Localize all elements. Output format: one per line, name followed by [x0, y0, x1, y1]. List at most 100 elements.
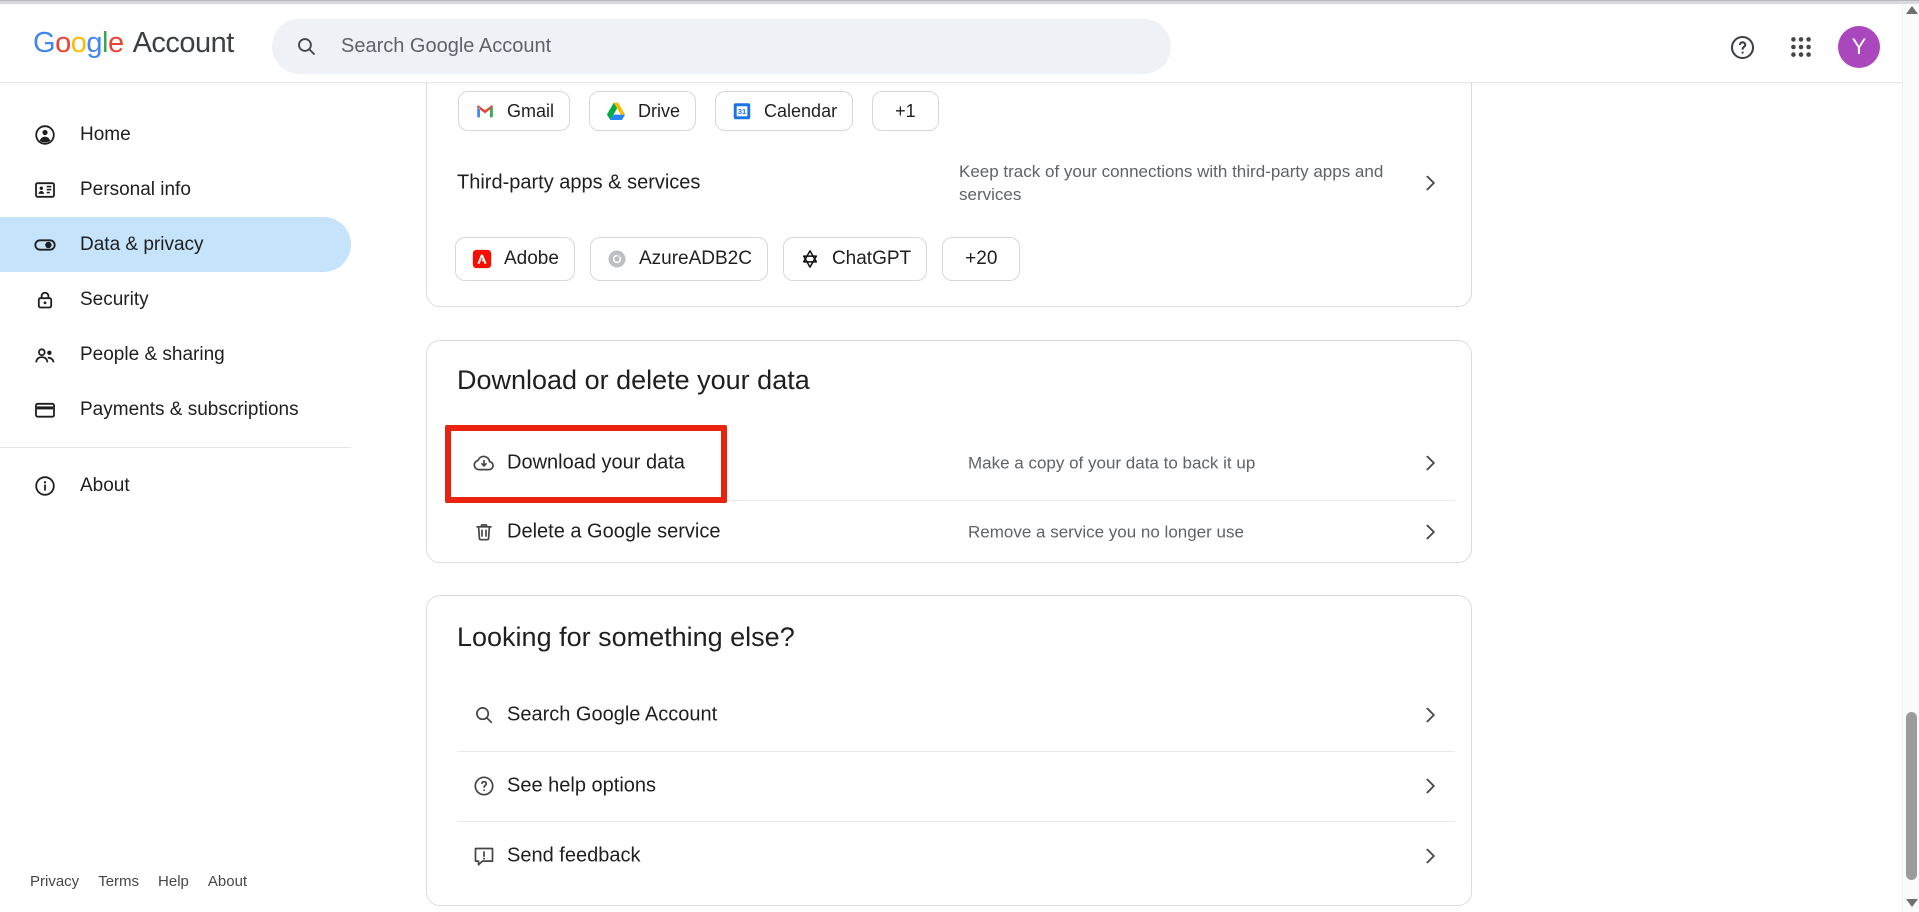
connected-apps-chips: Gmail Drive 31 [458, 91, 939, 131]
logo-letter: g [86, 27, 102, 60]
chevron-right-icon [1420, 524, 1436, 540]
chip-label: Gmail [507, 101, 554, 122]
sidebar-item-about[interactable]: About [0, 458, 351, 513]
credit-card-icon [33, 398, 57, 422]
row-description: Remove a service you no longer use [968, 521, 1398, 544]
people-icon [33, 343, 57, 367]
scroll-up-arrow[interactable] [1906, 6, 1918, 14]
chip-more-connections[interactable]: +20 [942, 237, 1020, 281]
footer-link-help[interactable]: Help [158, 873, 189, 890]
google-apps-grid-button[interactable] [1785, 31, 1817, 63]
question-circle-icon [1728, 33, 1757, 62]
account-search-bar[interactable] [272, 19, 1171, 74]
search-icon [294, 34, 319, 59]
sidebar-item-people-sharing[interactable]: People & sharing [0, 327, 351, 382]
footer-link-about[interactable]: About [208, 873, 247, 890]
sidebar-item-label: Payments & subscriptions [80, 399, 299, 421]
sidebar-item-home[interactable]: Home [0, 107, 351, 162]
sidebar-item-label: Security [80, 289, 149, 311]
google-account-page: Google Account Y [0, 0, 1919, 912]
card-title: Download or delete your data [457, 365, 810, 396]
row-description: Make a copy of your data to back it up [968, 452, 1398, 475]
sidebar-item-label: Personal info [80, 179, 191, 201]
third-party-services-card: Gmail Drive 31 [426, 56, 1472, 307]
footer-link-privacy[interactable]: Privacy [30, 873, 79, 890]
drive-icon [605, 100, 627, 122]
sidebar-item-label: About [80, 475, 130, 497]
row-label: Third-party apps & services [457, 172, 700, 195]
chevron-right-icon [1420, 778, 1436, 794]
looking-for-something-else-card: Looking for something else? Search Googl… [426, 595, 1472, 906]
chip-more-apps[interactable]: +1 [872, 91, 939, 131]
sidebar-item-label: Data & privacy [80, 234, 204, 256]
search-input[interactable] [339, 34, 979, 59]
card-title: Looking for something else? [457, 622, 795, 653]
sidebar-divider [0, 447, 351, 448]
scroll-down-arrow[interactable] [1906, 899, 1918, 907]
download-delete-card: Download or delete your data Download yo… [426, 340, 1472, 563]
row-description: Keep track of your connections with thir… [959, 160, 1404, 206]
row-see-help-options[interactable]: See help options [427, 751, 1471, 821]
toggle-icon [33, 233, 57, 257]
sidebar-nav: Home Personal info [0, 83, 351, 513]
chip-adobe[interactable]: Adobe [455, 237, 575, 281]
chatgpt-icon [799, 248, 821, 270]
sidebar-item-label: People & sharing [80, 344, 225, 366]
sidebar-item-security[interactable]: Security [0, 272, 351, 327]
sidebar-item-payments-subscriptions[interactable]: Payments & subscriptions [0, 382, 351, 437]
chip-label: +1 [895, 101, 916, 122]
chip-label: AzureADB2C [639, 248, 752, 270]
highlight-annotation [445, 425, 727, 503]
row-delete-google-service[interactable]: Delete a Google service Remove a service… [427, 501, 1471, 563]
scrollbar-thumb[interactable] [1906, 712, 1917, 880]
person-circle-icon [33, 123, 57, 147]
chip-calendar[interactable]: 31 Calendar [715, 91, 853, 131]
gmail-icon [474, 100, 496, 122]
row-search-google-account[interactable]: Search Google Account [427, 679, 1471, 751]
chevron-right-icon [1420, 455, 1436, 471]
account-avatar[interactable]: Y [1838, 26, 1880, 68]
chip-azureadb2c[interactable]: AzureADB2C [590, 237, 768, 281]
sidebar-item-label: Home [80, 124, 131, 146]
sidebar-item-personal-info[interactable]: Personal info [0, 162, 351, 217]
logo-letter: o [55, 27, 71, 60]
chip-label: ChatGPT [832, 248, 911, 270]
avatar-initial: Y [1852, 34, 1867, 60]
chevron-right-icon [1420, 848, 1436, 864]
apps-grid-icon [1788, 34, 1814, 60]
feedback-icon [472, 844, 496, 868]
help-button[interactable] [1726, 31, 1758, 63]
row-label: See help options [507, 775, 656, 798]
logo-letter: e [108, 27, 124, 60]
chip-label: +20 [965, 248, 997, 270]
row-third-party-apps[interactable]: Third-party apps & services Keep track o… [427, 151, 1471, 215]
footer-link-terms[interactable]: Terms [98, 873, 139, 890]
calendar-day-glyph: 31 [738, 107, 746, 116]
browser-edge-strip [0, 0, 1919, 4]
row-send-feedback[interactable]: Send feedback [427, 821, 1471, 891]
google-account-logo[interactable]: Google Account [33, 4, 234, 83]
contact-card-icon [33, 178, 57, 202]
chip-label: Drive [638, 101, 680, 122]
row-label: Search Google Account [507, 704, 717, 727]
chip-chatgpt[interactable]: ChatGPT [783, 237, 927, 281]
chip-label: Adobe [504, 248, 559, 270]
lock-icon [33, 288, 57, 312]
chip-drive[interactable]: Drive [589, 91, 696, 131]
adobe-icon [471, 248, 493, 270]
info-icon [33, 474, 57, 498]
chevron-right-icon [1420, 707, 1436, 723]
chip-gmail[interactable]: Gmail [458, 91, 570, 131]
logo-letter: o [71, 27, 87, 60]
third-party-connection-chips: Adobe AzureADB2C [455, 237, 1020, 281]
vertical-scrollbar [1902, 0, 1919, 912]
footer-links: Privacy Terms Help About [30, 873, 247, 890]
search-icon [472, 703, 496, 727]
app-header: Google Account Y [0, 4, 1902, 83]
logo-product-name: Account [133, 27, 234, 60]
azureadb2c-icon [606, 248, 628, 270]
question-circle-icon [472, 774, 496, 798]
trash-icon [472, 520, 496, 544]
row-label: Delete a Google service [507, 521, 720, 544]
sidebar-item-data-privacy[interactable]: Data & privacy [0, 217, 351, 272]
